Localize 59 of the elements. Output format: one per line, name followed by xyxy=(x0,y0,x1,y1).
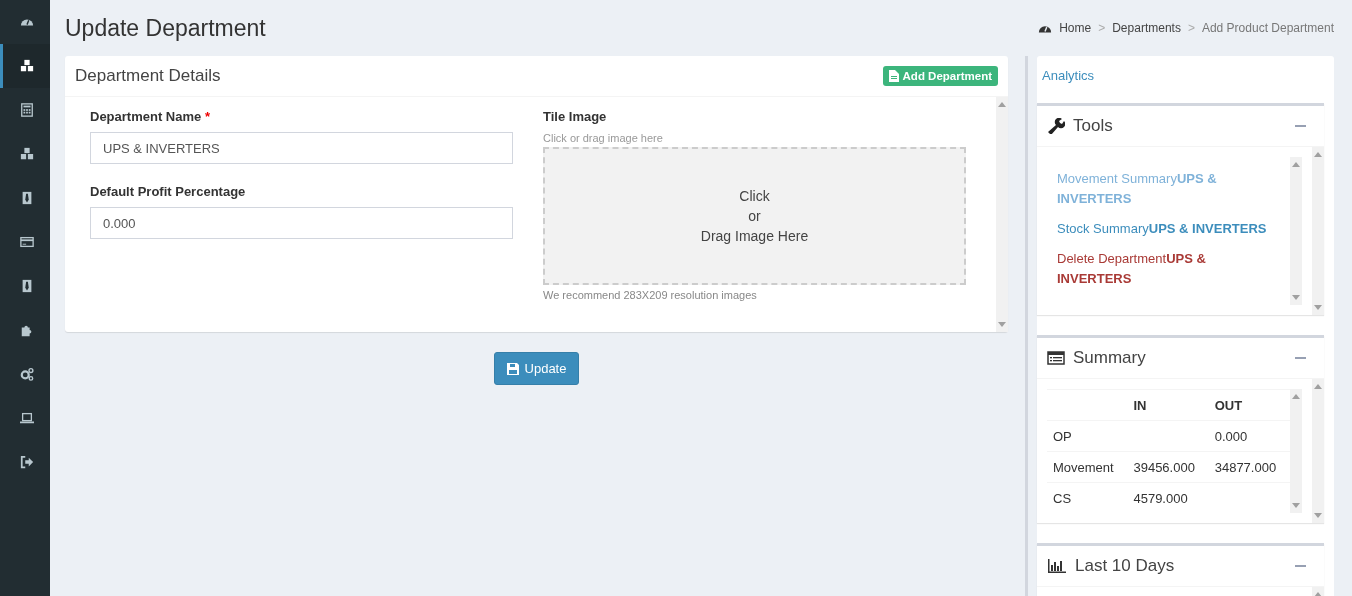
sign-out-icon xyxy=(19,455,34,469)
scrollbar[interactable] xyxy=(1290,389,1302,513)
up-arrow-icon[interactable] xyxy=(1314,383,1322,389)
document-icon xyxy=(888,70,899,82)
scrollbar[interactable] xyxy=(996,97,1008,332)
box-title: Last 10 Days xyxy=(1075,556,1176,576)
tool-link[interactable]: Delete DepartmentUPS & INVERTERS xyxy=(1057,249,1280,289)
scrollbar[interactable] xyxy=(1312,379,1324,523)
table-cell: CS xyxy=(1047,482,1128,513)
bar-chart-icon xyxy=(1047,558,1067,574)
down-arrow-icon[interactable] xyxy=(1292,503,1300,509)
credit-card-icon xyxy=(19,235,34,249)
down-arrow-icon[interactable] xyxy=(1314,513,1322,519)
column-header: IN xyxy=(1127,389,1209,421)
sidebar-item[interactable] xyxy=(0,44,50,88)
puzzle-icon xyxy=(19,323,34,337)
field-label: Default Profit Percentage xyxy=(90,184,246,199)
up-arrow-icon[interactable] xyxy=(1314,151,1322,157)
update-button[interactable]: Update xyxy=(493,352,580,385)
calculator-icon xyxy=(19,103,34,117)
cubes-icon xyxy=(19,147,34,161)
analytics-link[interactable]: Analytics xyxy=(1037,56,1324,103)
breadcrumb-link[interactable]: Add Product Department xyxy=(1201,21,1334,35)
wrench-icon xyxy=(1047,118,1065,134)
field-label: Tile Image xyxy=(543,109,608,124)
breadcrumb-link[interactable]: Home xyxy=(1059,21,1092,35)
scrollbar[interactable] xyxy=(1290,157,1302,305)
cubes-icon xyxy=(19,59,34,73)
up-arrow-icon[interactable] xyxy=(1292,161,1300,167)
input-field[interactable]: 0.000 xyxy=(90,207,513,239)
tool-link[interactable]: Stock SummaryUPS & INVERTERS xyxy=(1057,219,1280,239)
page-title: Update Department xyxy=(65,14,266,42)
card-title: Department Details xyxy=(75,66,221,86)
hint-text: Click or drag image here xyxy=(543,132,664,144)
down-arrow-icon[interactable] xyxy=(998,322,1006,328)
scrollbar[interactable] xyxy=(1312,147,1324,315)
box-title: Tools xyxy=(1073,116,1114,136)
up-arrow-icon[interactable] xyxy=(998,101,1006,107)
gears-icon xyxy=(19,367,34,381)
save-icon xyxy=(506,362,519,375)
laptop-icon xyxy=(19,411,34,425)
table-cell: 39456.000 xyxy=(1127,451,1209,483)
field-label: Department Name xyxy=(90,109,202,124)
image-drop-zone[interactable]: Click or Drag Image Here xyxy=(543,147,966,285)
down-arrow-icon[interactable] xyxy=(1292,295,1300,301)
list-icon xyxy=(1047,351,1065,365)
breadcrumb-separator: > xyxy=(1187,21,1195,35)
breadcrumb-link[interactable]: Departments xyxy=(1112,21,1181,35)
up-arrow-icon[interactable] xyxy=(1292,393,1300,399)
table-cell: OP xyxy=(1047,420,1128,452)
breadcrumb-separator: > xyxy=(1098,21,1106,35)
table-cell: Movement xyxy=(1047,451,1128,483)
box-title: Summary xyxy=(1073,348,1147,368)
input-field[interactable]: UPS & INVERTERS xyxy=(90,132,513,164)
down-arrow-icon[interactable] xyxy=(1314,305,1322,311)
required-mark: * xyxy=(204,109,210,124)
table-cell: 4579.000 xyxy=(1127,482,1209,513)
up-arrow-icon[interactable] xyxy=(1314,591,1322,596)
hint-text: We recommend 283X209 resolution images xyxy=(543,289,758,301)
